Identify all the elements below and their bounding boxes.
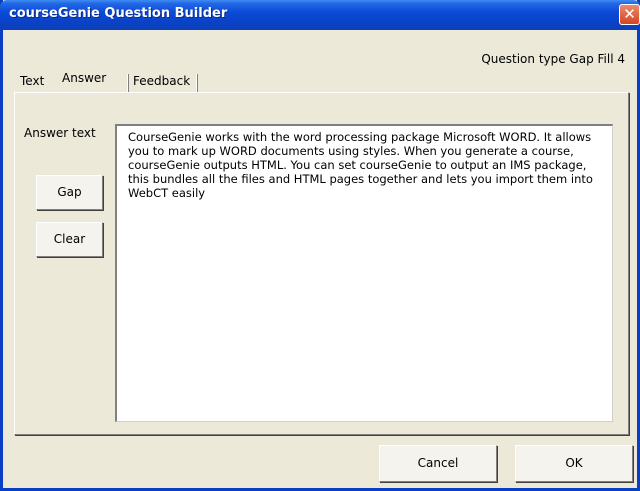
close-icon: ✕ — [623, 5, 636, 23]
tab-answer[interactable]: Answer — [56, 68, 126, 92]
clear-button[interactable]: Clear — [36, 222, 103, 257]
window-title: courseGenie Question Builder — [9, 6, 228, 21]
tab-separator — [127, 74, 129, 92]
answer-text-label: Answer text — [24, 126, 96, 140]
tab-feedback[interactable]: Feedback — [133, 70, 203, 92]
gap-button[interactable]: Gap — [36, 175, 103, 210]
cancel-button[interactable]: Cancel — [379, 445, 497, 482]
title-bar[interactable]: courseGenie Question Builder ✕ — [0, 0, 640, 30]
question-type-label: Question type Gap Fill 4 — [481, 52, 625, 66]
close-button[interactable]: ✕ — [619, 4, 640, 25]
ok-button[interactable]: OK — [515, 445, 633, 482]
tab-separator — [196, 74, 198, 92]
dialog-window: courseGenie Question Builder ✕ Question … — [0, 0, 640, 491]
answer-textarea[interactable]: CourseGenie works with the word processi… — [115, 124, 613, 422]
